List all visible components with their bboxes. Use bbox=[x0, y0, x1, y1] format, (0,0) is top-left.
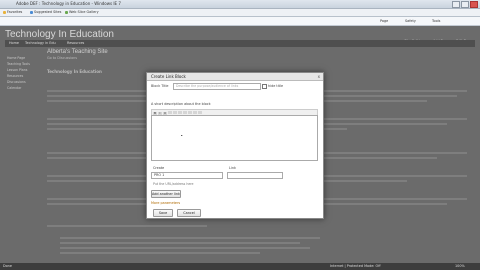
sidebar-item[interactable]: Lesson Plans bbox=[7, 68, 27, 72]
sidebar-item[interactable]: Discussions bbox=[7, 80, 26, 84]
page-icon bbox=[30, 10, 33, 14]
close-icon[interactable]: x bbox=[318, 74, 320, 79]
status-bar: Done Internet | Protected Mode: Off 100% bbox=[0, 263, 480, 270]
dialog-titlebar: Create Link Block x bbox=[147, 73, 323, 81]
page-menu[interactable]: Page bbox=[380, 19, 388, 23]
image-icon[interactable] bbox=[183, 111, 187, 114]
nav-resources[interactable]: Resources bbox=[67, 41, 84, 45]
sidebar-item[interactable]: Resources bbox=[7, 74, 23, 78]
window-controls bbox=[451, 1, 478, 9]
sidebar-item[interactable]: Calendar bbox=[7, 86, 21, 90]
status-text: Done bbox=[3, 264, 12, 268]
hide-title-label: hide title bbox=[268, 84, 284, 88]
block-title-placeholder: Describe the purpose/audience of links bbox=[176, 84, 239, 88]
numbered-list-icon[interactable] bbox=[173, 111, 177, 114]
minimize-button[interactable] bbox=[452, 1, 460, 8]
page-subheading[interactable]: Go to Discussions bbox=[47, 56, 77, 60]
link-url-input[interactable] bbox=[227, 172, 283, 179]
window-titlebar: Adobe DEF : Technology in Education - Wi… bbox=[0, 0, 480, 9]
slice-icon bbox=[65, 10, 68, 14]
dialog-title: Create Link Block bbox=[151, 74, 186, 79]
section-heading: Technology In Education bbox=[47, 69, 102, 74]
create-input[interactable]: PRO 1 bbox=[151, 172, 223, 179]
page-heading: Alberta's Teaching Site bbox=[47, 49, 108, 55]
hide-title-checkbox[interactable] bbox=[262, 84, 267, 89]
favorites-button[interactable]: Favorites bbox=[3, 10, 22, 14]
link-label: Link bbox=[229, 166, 236, 170]
link-icon[interactable] bbox=[178, 111, 182, 114]
window-title: Adobe DEF : Technology in Education - Wi… bbox=[16, 1, 121, 6]
block-title-label: Block Title bbox=[151, 84, 169, 88]
web-slice-link[interactable]: Web Slice Gallery bbox=[65, 10, 99, 14]
mouse-cursor bbox=[181, 135, 183, 136]
color-icon[interactable] bbox=[198, 111, 202, 114]
list-icon[interactable] bbox=[168, 111, 172, 114]
tools-menu[interactable]: Tools bbox=[432, 19, 440, 23]
description-label: A short description about the block bbox=[151, 102, 211, 106]
url-hint: Put the URL/address here bbox=[153, 182, 194, 186]
more-parameters-toggle[interactable]: More parameters bbox=[151, 201, 180, 205]
create-input-value: PRO 1 bbox=[154, 173, 165, 177]
nav-home[interactable]: Home bbox=[9, 41, 19, 45]
indent-icon[interactable] bbox=[193, 111, 197, 114]
suggested-sites-link[interactable]: Suggested Sites bbox=[30, 10, 61, 14]
save-button[interactable]: Save bbox=[153, 209, 173, 217]
command-bar: Page Safety Tools bbox=[0, 17, 480, 26]
create-label: Create bbox=[153, 166, 165, 170]
site-sidebar: Home Page Teaching Tools Lesson Plans Re… bbox=[5, 52, 41, 252]
create-link-block-dialog: Create Link Block x Block Title Describe… bbox=[146, 72, 324, 219]
sidebar-item[interactable]: Home Page bbox=[7, 56, 25, 60]
site-title: Technology In Education bbox=[5, 29, 114, 40]
zoom-level[interactable]: 100% bbox=[455, 264, 465, 268]
favorites-bar: Favorites Suggested Sites Web Slice Gall… bbox=[0, 9, 480, 17]
add-link-button[interactable]: Add another link bbox=[151, 190, 181, 198]
maximize-button[interactable] bbox=[461, 1, 469, 8]
cancel-button[interactable]: Cancel bbox=[177, 209, 201, 217]
close-window-button[interactable] bbox=[470, 1, 478, 8]
security-zone: Internet | Protected Mode: Off bbox=[330, 264, 381, 268]
description-editor[interactable] bbox=[151, 115, 318, 161]
align-icon[interactable] bbox=[188, 111, 192, 114]
sidebar-item[interactable]: Teaching Tools bbox=[7, 62, 30, 66]
block-title-input[interactable]: Describe the purpose/audience of links bbox=[173, 83, 261, 90]
star-icon bbox=[3, 10, 6, 14]
nav-tech[interactable]: Technology in Edu bbox=[25, 41, 56, 45]
safety-menu[interactable]: Safety bbox=[405, 19, 416, 23]
site-nav: Home Technology in Edu Resources bbox=[5, 40, 475, 47]
